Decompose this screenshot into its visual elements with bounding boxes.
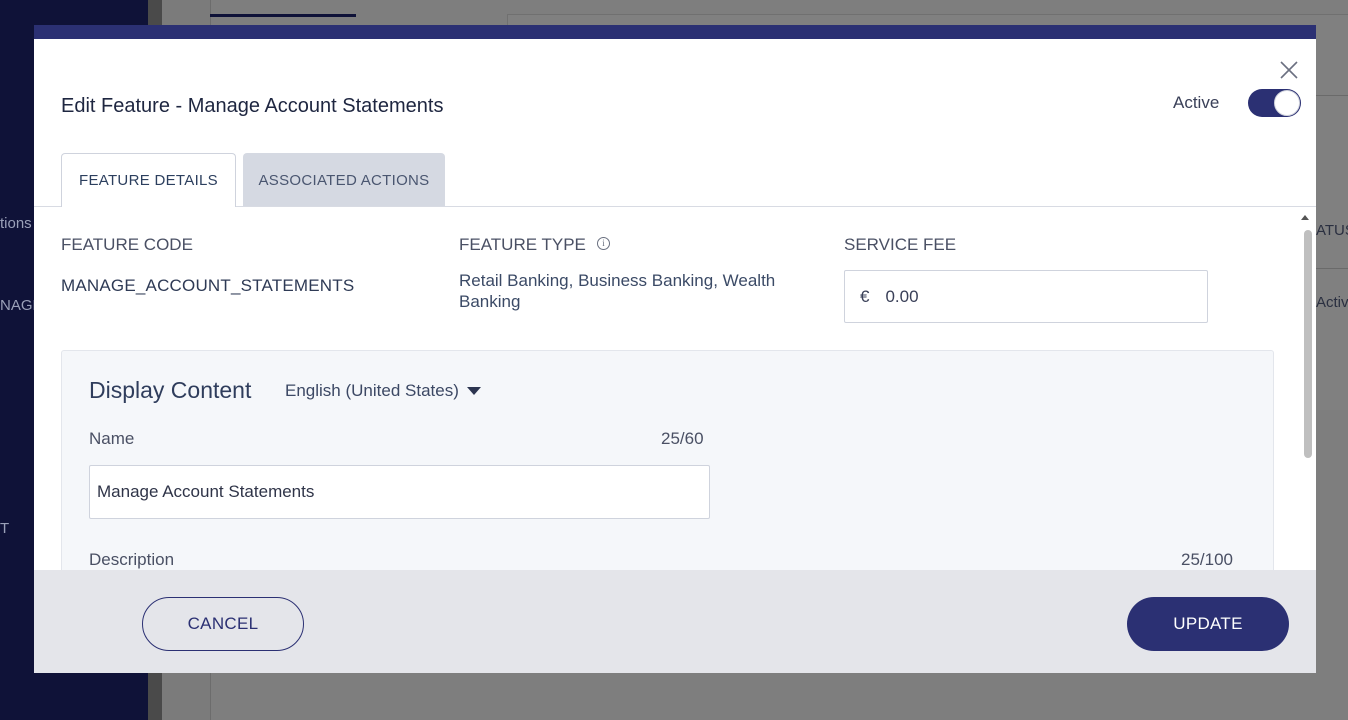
description-char-count: 25/100 — [1181, 550, 1233, 569]
language-value: English (United States) — [285, 381, 459, 400]
modal-title: Edit Feature - Manage Account Statements — [61, 95, 443, 118]
service-fee-value: 0.00 — [885, 286, 919, 306]
close-icon[interactable] — [1278, 59, 1300, 81]
modal-title-prefix: Edit Feature - — [61, 95, 183, 117]
background-sidebar-item: tions — [0, 215, 32, 232]
feature-type-value: Retail Banking, Business Banking, Wealth… — [459, 271, 776, 311]
modal-top-bar — [34, 25, 1316, 39]
background-sidebar-item: T — [0, 520, 10, 537]
feature-code-value: MANAGE_ACCOUNT_STATEMENTS — [61, 276, 355, 295]
euro-icon: € — [860, 286, 870, 306]
background-table-cell: Activ — [1316, 294, 1348, 311]
info-icon[interactable]: i — [597, 237, 610, 250]
name-label: Name — [89, 429, 135, 448]
feature-type-label: FEATURE TYPE — [459, 235, 586, 254]
background-table-header: ATUS — [1316, 222, 1348, 239]
background-tab-indicator — [210, 14, 356, 17]
description-label: Description — [89, 550, 175, 569]
caret-down-icon — [466, 387, 481, 395]
service-fee-input[interactable]: € 0.00 — [844, 270, 1208, 323]
name-input[interactable]: Manage Account Statements — [89, 465, 710, 519]
service-fee-label: SERVICE FEE — [844, 235, 957, 254]
tab-feature-details[interactable]: FEATURE DETAILS — [61, 153, 236, 207]
display-content-title: Display Content — [89, 377, 252, 403]
name-char-count: 25/60 — [661, 429, 704, 448]
tab-associated-actions[interactable]: ASSOCIATED ACTIONS — [243, 153, 445, 207]
scroll-up-arrow-icon[interactable] — [1301, 215, 1309, 220]
modal-footer: CANCEL UPDATE — [34, 570, 1316, 673]
cancel-button[interactable]: CANCEL — [142, 597, 304, 651]
name-input-value: Manage Account Statements — [97, 482, 315, 501]
active-toggle[interactable] — [1248, 89, 1301, 117]
tab-label: ASSOCIATED ACTIONS — [258, 171, 430, 189]
edit-feature-modal: Edit Feature - Manage Account Statements… — [34, 25, 1316, 673]
scrollbar-thumb[interactable] — [1304, 230, 1312, 458]
modal-title-feature-name: Manage Account Statements — [187, 95, 444, 117]
active-label: Active — [1173, 93, 1220, 112]
toggle-knob — [1274, 90, 1300, 116]
update-button[interactable]: UPDATE — [1127, 597, 1289, 651]
tab-label: FEATURE DETAILS — [79, 172, 218, 189]
feature-code-label: FEATURE CODE — [61, 235, 193, 254]
language-dropdown[interactable]: English (United States) — [285, 381, 481, 401]
